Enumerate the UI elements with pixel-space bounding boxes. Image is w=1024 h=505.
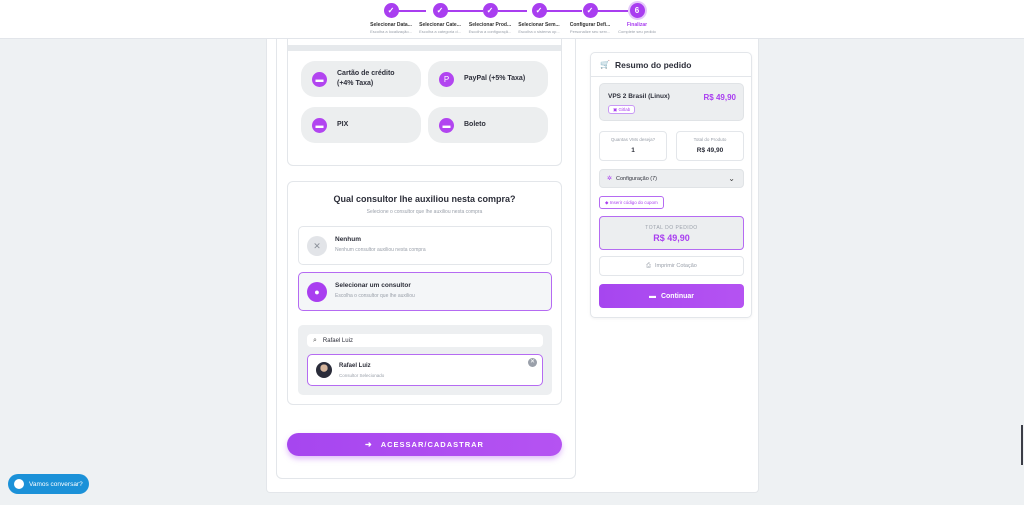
step-sub: Escolha o sistema op...	[518, 29, 560, 34]
consultant-option-select[interactable]: ● Selecionar um consultor Escolha o cons…	[298, 272, 552, 311]
tag-icon: ◆	[605, 200, 609, 205]
remove-icon[interactable]: ✕	[528, 358, 537, 367]
step-label: Selecionar Prod...	[468, 22, 512, 28]
login-register-button[interactable]: ➜ ACESSAR/CADASTRAR	[287, 433, 562, 456]
chat-bubble-icon	[14, 479, 24, 489]
consultant-search-input[interactable]: ⌕ Rafael Luiz	[307, 334, 543, 347]
product-total-value: R$ 49,90	[696, 147, 724, 154]
cart-icon: 🛒	[600, 60, 610, 69]
payment-option-label: PIX	[337, 121, 349, 128]
step-number: 6	[629, 3, 645, 18]
login-button-label: ACESSAR/CADASTRAR	[380, 440, 484, 449]
step-label: Selecionar Data...	[370, 22, 412, 28]
scrollbar[interactable]	[1021, 425, 1023, 465]
total-value: R$ 49,90	[653, 233, 690, 243]
payment-option-credit-card[interactable]: ▬ Cartão de crédito (+4% Taxa)	[301, 61, 421, 97]
continue-button[interactable]: ▬ Continuar	[599, 284, 744, 308]
step-6[interactable]: 6 Finalizar Complete seu pedido	[612, 3, 662, 34]
search-icon: ⌕	[313, 336, 317, 344]
check-icon: ✓	[432, 3, 448, 18]
quantity-label: Quantas VMs deseja?	[610, 137, 656, 142]
summary-title: Resumo do pedido	[614, 59, 692, 70]
step-label: Selecionar Cate...	[419, 22, 461, 28]
item-price: R$ 49,90	[703, 93, 736, 102]
step-label: Selecionar Sem...	[518, 22, 560, 28]
step-label: Configurar Defi...	[569, 22, 611, 28]
step-2[interactable]: ✓ Selecionar Cate... Escolha a categoria…	[415, 3, 465, 34]
order-item: VPS 2 Brasil (Linux) R$ 49,90 ▣ Gitlab	[599, 83, 744, 121]
total-label: TOTAL DO PEDIDO	[645, 225, 698, 231]
step-sub: Escolha a localização...	[370, 29, 412, 34]
check-icon: ✓	[482, 3, 498, 18]
search-value: Rafael Luiz	[322, 337, 353, 344]
payment-option-label: Boleto	[464, 121, 486, 128]
step-1[interactable]: ✓ Selecionar Data... Escolha a localizaç…	[366, 3, 416, 34]
option-sub: Escolha o consultor que lhe auxiliou	[335, 293, 415, 299]
payment-option-label: Cartão de crédito (+4% Taxa)	[337, 70, 395, 87]
consultant-option-none[interactable]: ✕ Nenhum Nenhum consultor auxiliou nesta…	[298, 226, 552, 265]
summary-header: 🛒 Resumo do pedido	[591, 53, 751, 77]
boleto-icon: ▬	[439, 117, 454, 133]
payment-option-pix[interactable]: ▬ PIX	[301, 107, 421, 143]
consultant-card: Qual consultor lhe auxiliou nesta compra…	[287, 181, 562, 405]
chevron-down-icon: ⌄	[728, 174, 735, 183]
payment-option-label: PayPal (+5% Taxa)	[464, 75, 526, 82]
chat-label: Vamos conversar?	[29, 480, 83, 488]
step-sub: Escolha a categoria d...	[419, 29, 461, 34]
configuration-accordion[interactable]: ✲ Configuração (7) ⌄	[599, 169, 744, 188]
product-total-label: Total do Produto	[693, 137, 727, 142]
step-sub: Personalize seu serv...	[569, 29, 611, 34]
consultant-result[interactable]: Rafael Luiz Consultor Selecionado ✕	[307, 354, 543, 386]
item-tag: ▣ Gitlab	[608, 105, 636, 114]
gear-icon: ✲	[607, 176, 613, 182]
print-label: Imprimir Cotação	[654, 263, 697, 269]
user-icon: ●	[307, 282, 327, 302]
step-label: Finalizar	[626, 22, 648, 28]
quantity-box[interactable]: Quantas VMs deseja? 1	[599, 131, 667, 161]
check-icon: ✓	[531, 3, 547, 18]
continue-label: Continuar	[660, 292, 695, 300]
order-total: TOTAL DO PEDIDO R$ 49,90	[599, 216, 744, 250]
item-tag-label: Gitlab	[618, 107, 631, 112]
option-title: Nenhum	[335, 236, 361, 243]
coupon-button[interactable]: ◆ Inserir código do cupom	[599, 196, 664, 209]
payment-methods-card: ▬ Cartão de crédito (+4% Taxa) P PayPal …	[287, 39, 562, 166]
checkout-stepper: ✓ Selecionar Data... Escolha a localizaç…	[0, 0, 1024, 39]
payment-option-paypal[interactable]: P PayPal (+5% Taxa)	[428, 61, 548, 97]
close-circle-icon: ✕	[307, 236, 327, 256]
check-icon: ✓	[582, 3, 598, 18]
card-icon: ▬	[312, 71, 327, 87]
quantity-value: 1	[631, 147, 635, 154]
product-total-box: Total do Produto R$ 49,90	[676, 131, 744, 161]
consultant-name: Rafael Luiz	[339, 363, 371, 369]
step-3[interactable]: ✓ Selecionar Prod... Escolha a configura…	[465, 3, 515, 34]
order-summary: 🛒 Resumo do pedido VPS 2 Brasil (Linux) …	[590, 52, 752, 318]
check-icon: ✓	[383, 3, 399, 18]
consultant-title: Qual consultor lhe auxiliou nesta compra…	[333, 194, 516, 204]
step-sub: Escolha a configuraçã...	[468, 29, 512, 34]
paypal-icon: P	[439, 71, 454, 87]
payment-option-boleto[interactable]: ▬ Boleto	[428, 107, 548, 143]
item-name: VPS 2 Brasil (Linux)	[608, 93, 670, 100]
step-4[interactable]: ✓ Selecionar Sem... Escolha o sistema op…	[514, 3, 564, 34]
coupon-label: Inserir código do cupom	[609, 200, 658, 205]
step-5[interactable]: ✓ Configurar Defi... Personalize seu ser…	[565, 3, 615, 34]
step-sub: Complete seu pedido	[618, 29, 656, 34]
card-icon: ▬	[648, 292, 656, 300]
pix-icon: ▬	[312, 117, 327, 133]
option-sub: Nenhum consultor auxiliou nesta compra	[335, 247, 426, 253]
login-icon: ➜	[365, 440, 373, 449]
consultant-role: Consultor Selecionado	[339, 373, 385, 378]
printer-icon: ⎙	[646, 262, 651, 269]
avatar	[316, 362, 332, 378]
print-quote-button[interactable]: ⎙ Imprimir Cotação	[599, 256, 744, 276]
consultant-subtitle: Selecione o consultor que lhe auxiliou n…	[366, 209, 483, 215]
consultant-search-panel: ⌕ Rafael Luiz Rafael Luiz Consultor Sele…	[298, 325, 552, 395]
chat-widget-button[interactable]: Vamos conversar?	[8, 474, 89, 494]
divider	[288, 45, 561, 51]
option-title: Selecionar um consultor	[335, 282, 411, 289]
configuration-label: Configuração (7)	[616, 175, 657, 182]
